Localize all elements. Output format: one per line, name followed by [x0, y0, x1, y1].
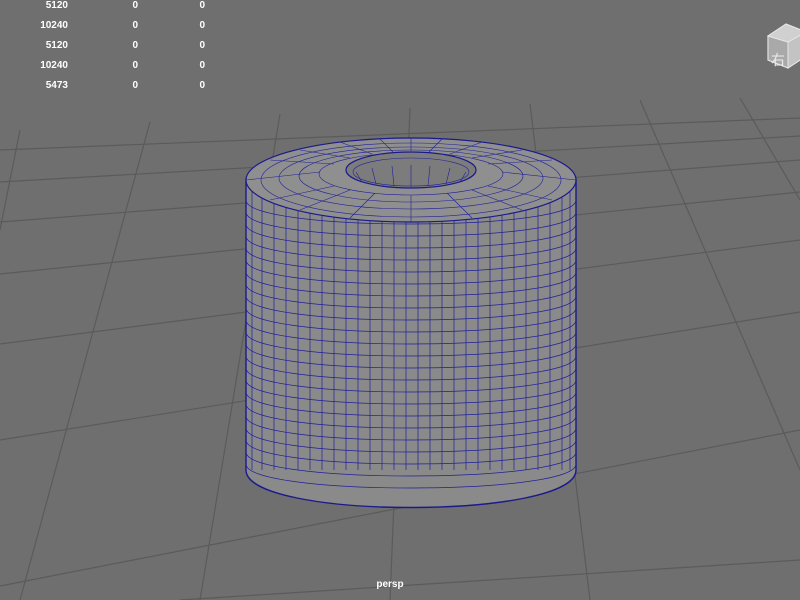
hud-value: 0 — [132, 0, 138, 11]
hud-value: 5473 — [45, 80, 68, 91]
hud-value: 0 — [199, 80, 205, 91]
hud-value: 0 — [132, 20, 138, 31]
hud-value: 10240 — [40, 20, 68, 31]
hud-value: 0 — [132, 60, 138, 71]
view-cube-face-label[interactable]: 右 — [771, 50, 787, 70]
hud-row: 10240 0 0 — [0, 60, 220, 74]
hud-value: 0 — [132, 80, 138, 91]
hud-row: 5473 0 0 — [0, 80, 220, 94]
tube-mesh[interactable] — [245, 137, 577, 509]
hud-value: 0 — [199, 0, 205, 11]
hud-value: 0 — [132, 40, 138, 51]
hud-value: 5120 — [45, 40, 68, 51]
hud-value: 5120 — [45, 0, 68, 11]
hud-row: 5120 0 0 — [0, 40, 220, 54]
hud-value: 0 — [199, 20, 205, 31]
hud-value: 0 — [199, 40, 205, 51]
hud-value: 10240 — [40, 60, 68, 71]
hud-row: 10240 0 0 — [0, 20, 220, 34]
camera-name-label: persp — [376, 579, 404, 590]
hud-row: 5120 0 0 — [0, 0, 220, 14]
3d-viewport[interactable]: 5120 0 0 10240 0 0 5120 0 0 10240 0 0 54… — [0, 0, 800, 600]
hud-value: 0 — [199, 60, 205, 71]
